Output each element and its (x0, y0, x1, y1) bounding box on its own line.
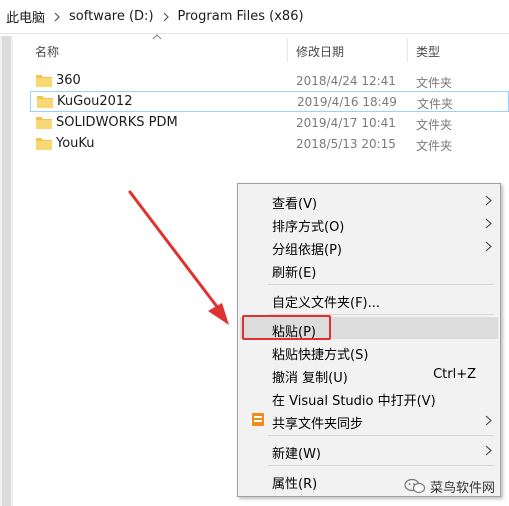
menu-item-label: 新建(W) (272, 447, 321, 462)
folder-icon (36, 75, 52, 87)
menu-item-label: 刷新(E) (272, 266, 317, 281)
menu-item-open-visual-studio[interactable]: 在 Visual Studio 中打开(V) (240, 386, 498, 409)
folder-icon (37, 96, 53, 108)
menu-separator (268, 435, 494, 436)
file-type: 文件夹 (417, 97, 454, 111)
breadcrumb-folder[interactable]: Program Files (x86) (178, 9, 304, 24)
file-date: 2019/4/17 10:41 (296, 116, 396, 130)
file-name: 360 (56, 73, 81, 88)
submenu-arrow-icon (485, 445, 492, 456)
column-divider[interactable] (287, 38, 288, 62)
column-divider[interactable] (407, 38, 408, 62)
wechat-icon (404, 478, 426, 494)
submenu-arrow-icon (485, 241, 492, 252)
file-name: SOLIDWORKS PDM (56, 115, 178, 130)
menu-item-refresh[interactable]: 刷新(E) (240, 258, 498, 281)
file-row[interactable]: 360 2018/4/24 12:41 文件夹 (30, 71, 509, 92)
file-row-selected[interactable]: KuGou2012 2019/4/16 18:49 文件夹 (30, 91, 509, 112)
file-date: 2019/4/16 18:49 (297, 95, 397, 109)
chevron-right-icon[interactable] (154, 0, 178, 34)
menu-item-share-sync[interactable]: 共享文件夹同步 (240, 409, 498, 432)
folder-icon (36, 138, 52, 150)
watermark-text: 菜鸟软件网 (430, 480, 496, 496)
submenu-arrow-icon (485, 218, 492, 229)
folder-icon (36, 117, 52, 129)
menu-item-label: 撤消 复制(U) (272, 371, 348, 386)
menu-item-customize-folder[interactable]: 自定义文件夹(F)... (240, 288, 498, 311)
menu-item-view[interactable]: 查看(V) (240, 189, 498, 212)
menu-item-label: 查看(V) (272, 197, 318, 212)
column-header-name[interactable]: 名称 (35, 38, 59, 64)
menu-separator (268, 284, 494, 285)
breadcrumb-this-pc[interactable]: 此电脑 (6, 7, 45, 26)
menu-item-label: 粘贴快捷方式(S) (272, 348, 369, 363)
menu-item-group[interactable]: 分组依据(P) (240, 235, 498, 258)
paste-highlight-box (242, 315, 331, 340)
watermark: 菜鸟软件网 (404, 477, 496, 496)
menu-item-undo-copy[interactable]: 撤消 复制(U) Ctrl+Z (240, 363, 498, 386)
sync-share-icon (252, 413, 264, 426)
column-header-type[interactable]: 类型 (416, 38, 440, 64)
menu-item-label: 自定义文件夹(F)... (272, 296, 381, 311)
file-date: 2018/5/13 20:15 (296, 137, 396, 151)
menu-item-sort[interactable]: 排序方式(O) (240, 212, 498, 235)
scrollbar-thumb[interactable] (2, 36, 11, 506)
file-date: 2018/4/24 12:41 (296, 74, 396, 88)
file-name: KuGou2012 (57, 94, 133, 109)
chevron-right-icon[interactable] (45, 0, 69, 34)
menu-separator (268, 465, 494, 466)
sort-ascending-icon (152, 34, 162, 40)
file-type: 文件夹 (416, 139, 453, 153)
menu-item-paste-shortcut[interactable]: 粘贴快捷方式(S) (240, 340, 498, 363)
scrollbar[interactable] (0, 36, 13, 506)
menu-item-label: 在 Visual Studio 中打开(V) (272, 394, 436, 409)
menu-item-shortcut: Ctrl+Z (433, 367, 476, 382)
file-row[interactable]: YouKu 2018/5/13 20:15 文件夹 (30, 134, 509, 155)
column-header-type-label: 类型 (416, 44, 441, 59)
menu-item-label: 排序方式(O) (272, 220, 345, 235)
file-row[interactable]: SOLIDWORKS PDM 2019/4/17 10:41 文件夹 (30, 113, 509, 134)
submenu-arrow-icon (485, 415, 492, 426)
file-type: 文件夹 (416, 76, 453, 90)
column-header-date[interactable]: 修改日期 (296, 38, 344, 64)
context-menu[interactable]: 查看(V) 排序方式(O) 分组依据(P) 刷新(E) 自定义文件夹(F)...… (237, 183, 501, 497)
file-name: YouKu (56, 136, 95, 151)
menu-item-label: 属性(R) (272, 477, 318, 492)
column-header-date-label: 修改日期 (296, 44, 345, 59)
breadcrumb-drive[interactable]: software (D:) (69, 9, 154, 24)
menu-item-label: 共享文件夹同步 (272, 417, 364, 432)
submenu-arrow-icon (485, 195, 492, 206)
address-bar[interactable]: 此电脑 software (D:) Program Files (x86) (0, 0, 509, 34)
menu-item-label: 分组依据(P) (272, 243, 342, 258)
menu-item-new[interactable]: 新建(W) (240, 439, 498, 462)
file-type: 文件夹 (416, 118, 453, 132)
column-header-name-label: 名称 (35, 44, 60, 59)
